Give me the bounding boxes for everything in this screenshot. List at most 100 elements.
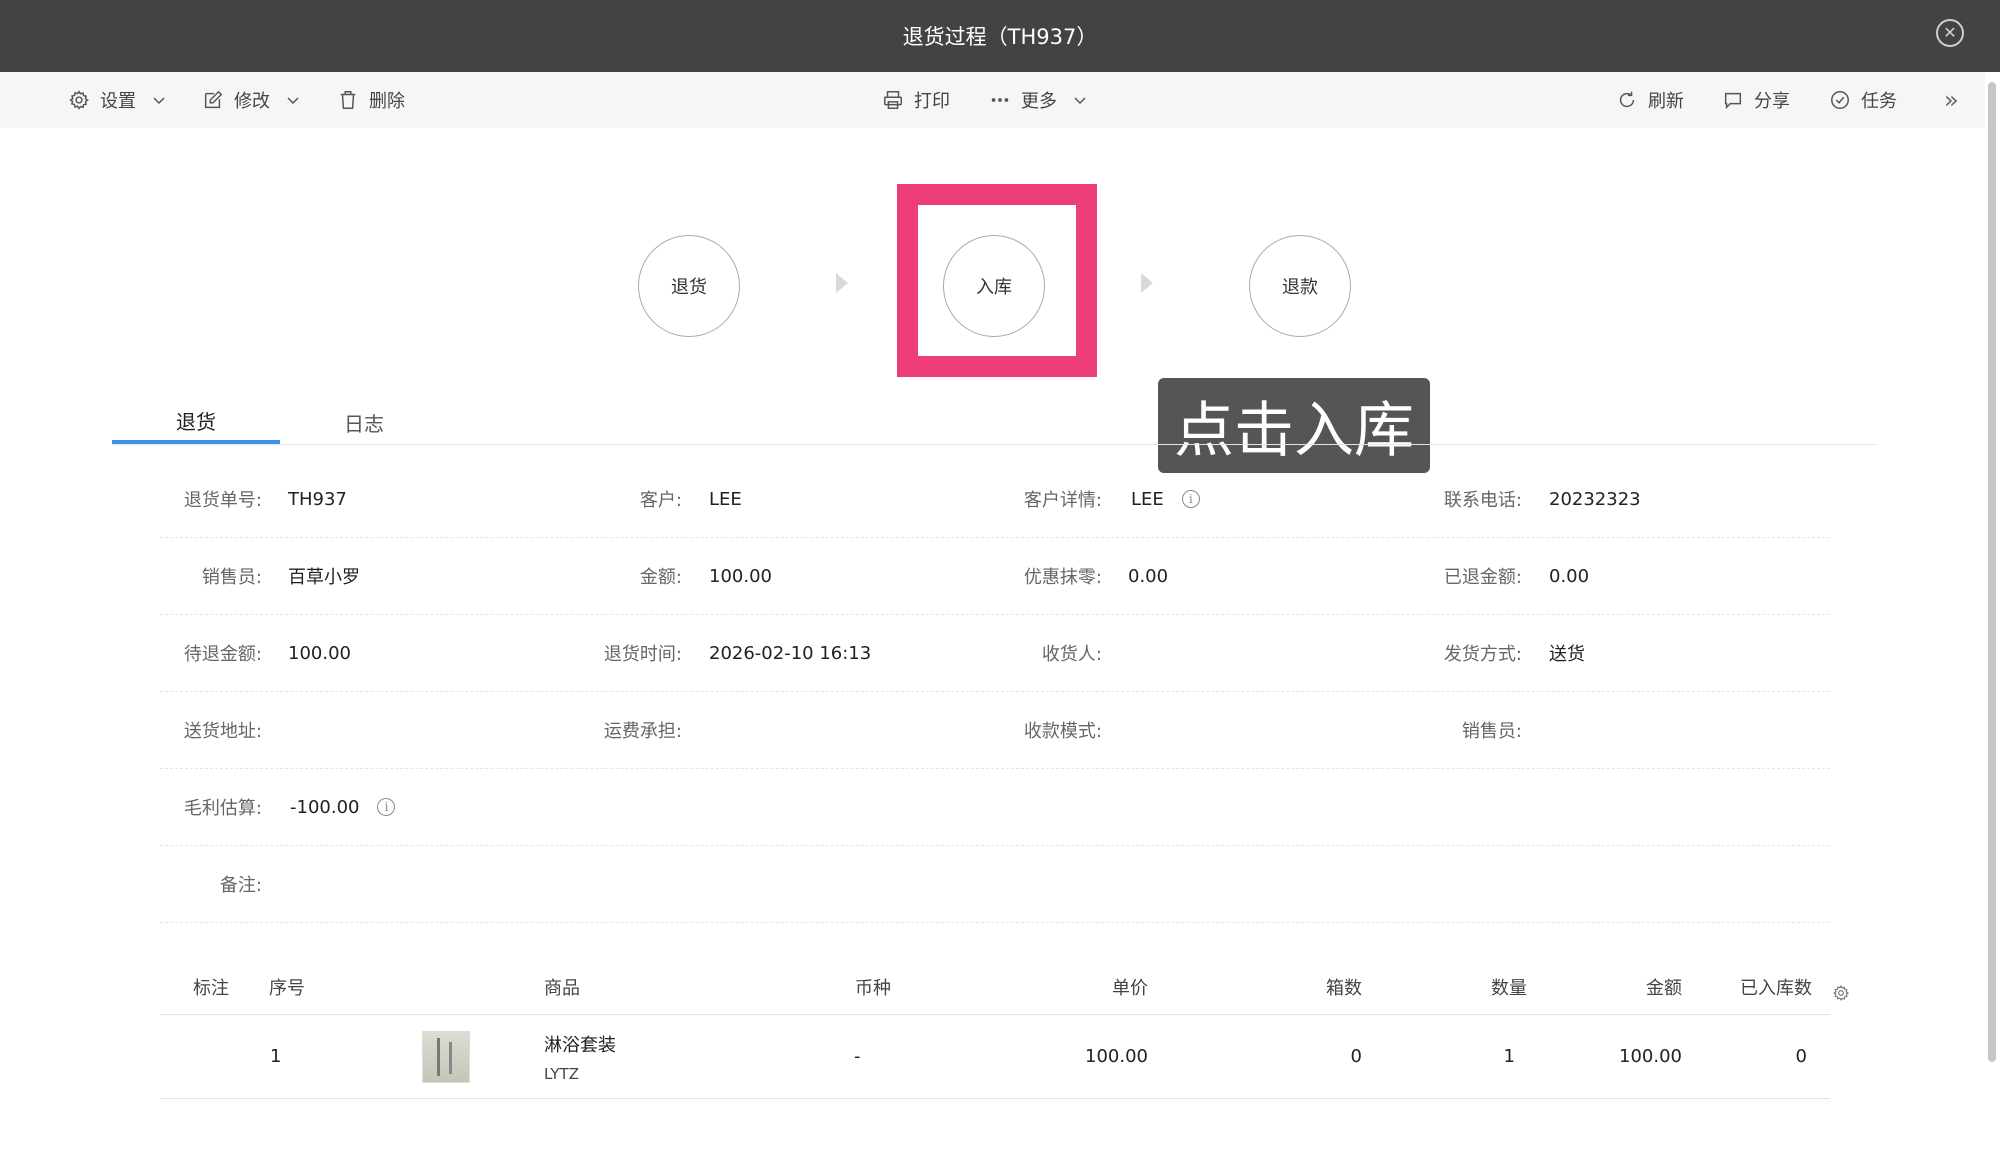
field-label: 送货地址: — [183, 721, 262, 742]
edit-icon — [204, 90, 223, 109]
column-header: 商品 — [544, 978, 580, 999]
field-label: 退货时间: — [603, 644, 682, 665]
gear-icon — [69, 90, 89, 110]
trash-icon — [340, 91, 356, 109]
product-code: LYTZ — [544, 1064, 579, 1083]
field-value: 2026-02-10 16:13 — [709, 642, 872, 664]
product-cell: 淋浴套装 LYTZ — [544, 1015, 616, 1098]
delete-button[interactable]: 删除 — [337, 72, 405, 128]
step-return[interactable]: 退货 — [638, 235, 740, 337]
field-value: TH937 — [288, 488, 347, 510]
field-label: 客户详情: — [1023, 490, 1102, 511]
task-label: 任务 — [1861, 91, 1897, 112]
column-settings-gear-icon[interactable] — [1832, 966, 1850, 1020]
form-row: 销售员: 百草小罗 金额: 100.00 优惠抹零: 0.00 已退金额: 0.… — [160, 538, 1830, 615]
field-value: 送货 — [1549, 644, 1585, 665]
field-value: 100.00 — [288, 642, 351, 664]
field-label: 待退金额: — [183, 644, 262, 665]
edit-label: 修改 — [234, 91, 270, 112]
chevron-down-icon — [153, 97, 165, 105]
task-button[interactable]: 任务 — [1829, 72, 1897, 128]
window-title-bar: 退货过程（TH937） ✕ — [0, 0, 2000, 72]
settings-button[interactable]: 设置 — [68, 72, 166, 128]
info-icon[interactable]: i — [377, 798, 396, 816]
step-label: 退款 — [1282, 277, 1318, 298]
stocked-cell: 0 — [1795, 1046, 1807, 1067]
column-header: 币种 — [855, 978, 891, 999]
form-row: 送货地址: 运费承担: 收款模式: 销售员: — [160, 692, 1830, 769]
form-row: 备注: — [160, 846, 1830, 923]
edit-button[interactable]: 修改 — [202, 72, 300, 128]
field-label: 联系电话: — [1443, 490, 1522, 511]
double-chevron-right-icon: » — [1944, 86, 1959, 114]
field-value: 0.00 — [1549, 565, 1590, 587]
print-label: 打印 — [914, 91, 950, 112]
info-icon[interactable]: i — [1181, 490, 1200, 508]
delete-label: 删除 — [369, 91, 405, 112]
expand-button[interactable]: » — [1944, 72, 1959, 128]
row-index: 1 — [270, 1046, 282, 1067]
field-label: 销售员: — [1461, 721, 1522, 742]
print-button[interactable]: 打印 — [882, 72, 950, 128]
column-header: 序号 — [269, 978, 305, 999]
tab-label: 退货 — [176, 409, 216, 434]
field-label: 收货人: — [1041, 644, 1102, 665]
unit-price-cell: 100.00 — [1085, 1046, 1148, 1067]
table-row[interactable]: 1 淋浴套装 LYTZ - 100.00 0 1 100.00 0 — [160, 1015, 1830, 1099]
window-title: 退货过程（TH937） — [902, 25, 1098, 49]
check-circle-icon — [1831, 91, 1849, 109]
amount-cell: 100.00 — [1619, 1046, 1682, 1067]
field-value: 20232323 — [1549, 488, 1641, 510]
field-label: 毛利估算: — [183, 798, 262, 819]
field-label: 退货单号: — [183, 490, 262, 511]
field-label: 已退金额: — [1443, 567, 1522, 588]
column-header: 已入库数 — [1740, 978, 1812, 999]
field-label: 备注: — [219, 875, 262, 896]
refresh-button[interactable]: 刷新 — [1616, 72, 1684, 128]
field-label: 客户: — [639, 490, 682, 511]
share-label: 分享 — [1754, 91, 1790, 112]
field-label: 运费承担: — [603, 721, 682, 742]
quantity-cell: 1 — [1503, 1046, 1515, 1067]
refresh-icon — [1619, 91, 1635, 108]
chevron-down-icon — [1074, 97, 1086, 105]
tab-label: 日志 — [344, 411, 384, 436]
tab-bar: 退货 日志 — [112, 400, 1877, 445]
form-row: 待退金额: 100.00 退货时间: 2026-02-10 16:13 收货人:… — [160, 615, 1830, 692]
step-refund[interactable]: 退款 — [1249, 235, 1351, 337]
product-thumbnail[interactable] — [422, 1031, 470, 1083]
highlight-box — [897, 184, 1097, 377]
share-button[interactable]: 分享 — [1722, 72, 1790, 128]
close-icon[interactable]: ✕ — [1936, 19, 1964, 47]
column-header: 箱数 — [1326, 978, 1362, 999]
column-header: 金额 — [1646, 978, 1682, 999]
field-value: -100.00 — [290, 796, 360, 818]
column-header: 标注 — [193, 978, 229, 999]
more-label: 更多 — [1021, 91, 1057, 112]
field-value: 百草小罗 — [288, 567, 360, 588]
form-row: 退货单号: TH937 客户: LEE 客户详情: LEE i 联系电话: 20… — [160, 461, 1830, 538]
vertical-scrollbar[interactable] — [1988, 82, 1996, 1062]
field-label: 优惠抹零: — [1023, 567, 1102, 588]
printer-icon — [884, 91, 902, 109]
chevron-down-icon — [287, 97, 299, 105]
settings-label: 设置 — [100, 91, 136, 112]
tab-log[interactable]: 日志 — [280, 400, 448, 444]
column-header: 数量 — [1491, 978, 1527, 999]
comment-icon — [1724, 92, 1742, 110]
field-value: LEE — [709, 488, 742, 510]
refresh-label: 刷新 — [1648, 91, 1684, 112]
step-arrow-icon — [1141, 273, 1153, 293]
step-arrow-icon — [836, 273, 848, 293]
step-label: 退货 — [671, 277, 707, 298]
toolbar: 设置 修改 删除 打印 更多 刷新 分享 任务 » — [0, 72, 1985, 128]
field-label: 金额: — [639, 567, 682, 588]
more-dots-icon — [991, 98, 1009, 102]
boxes-cell: 0 — [1350, 1046, 1362, 1067]
more-button[interactable]: 更多 — [989, 72, 1087, 128]
field-label: 收款模式: — [1023, 721, 1102, 742]
customer-detail-value: LEE i — [1131, 461, 1200, 537]
field-label: 发货方式: — [1443, 644, 1522, 665]
field-value: 0.00 — [1128, 565, 1169, 587]
tab-return[interactable]: 退货 — [112, 400, 280, 444]
